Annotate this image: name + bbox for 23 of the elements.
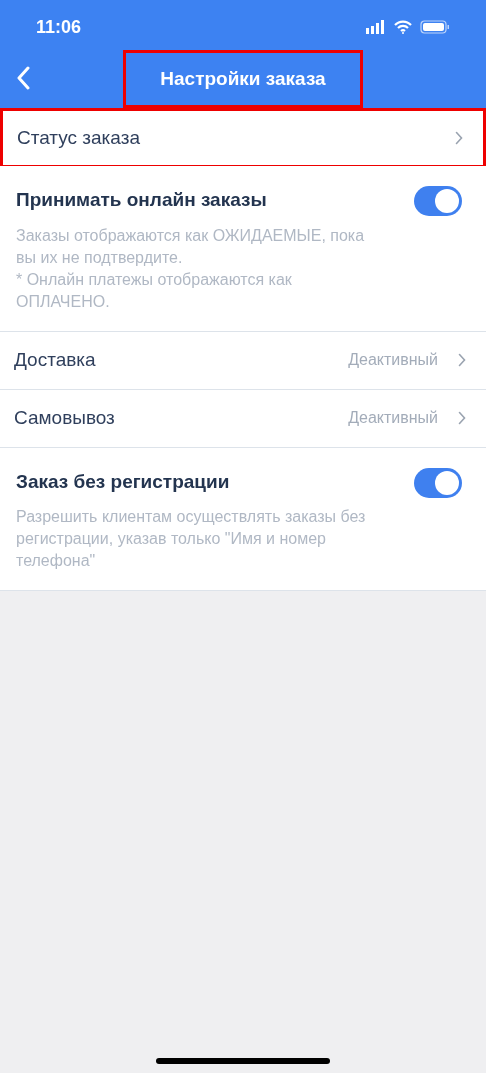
row-label: Самовывоз <box>14 405 116 430</box>
toggle-switch[interactable] <box>414 467 462 498</box>
chevron-left-icon <box>16 66 30 90</box>
highlighted-row[interactable]: Статус заказа <box>0 108 486 166</box>
chevron-right-icon <box>458 411 466 425</box>
settings-row[interactable]: Доставка Деактивный <box>0 331 486 390</box>
toggle-switch[interactable] <box>414 186 462 216</box>
setting-description: Разрешить клиентам осуществлять заказы без регистрации, указав только "Имя и номер телефона" <box>16 507 367 571</box>
chevron-right-icon <box>458 353 466 367</box>
battery-icon <box>420 20 450 34</box>
row-value: Деактивный <box>348 408 438 428</box>
chevron-right-icon <box>455 131 463 145</box>
setting-description: Заказы отображаются как ОЖИДАЕМЫЕ, пока вы их не подтвердите. * Онлайн платежы отображаются как ОПЛАЧЕНО. <box>16 225 366 312</box>
setting-title: Принимать онлайн заказы <box>16 188 268 212</box>
settings-row[interactable]: Самовывоз Деактивный <box>0 389 486 448</box>
wifi-icon <box>394 20 412 34</box>
status-time: 11:06 <box>36 15 82 39</box>
screen-title: Настройки заказа <box>123 50 363 108</box>
signal-icon <box>366 20 386 34</box>
row-label: Доставка <box>14 347 97 372</box>
row-value: Деактивный <box>348 350 438 370</box>
setting-title: Заказ без регистрации <box>16 469 231 494</box>
row-label: Статус заказа <box>17 125 141 150</box>
